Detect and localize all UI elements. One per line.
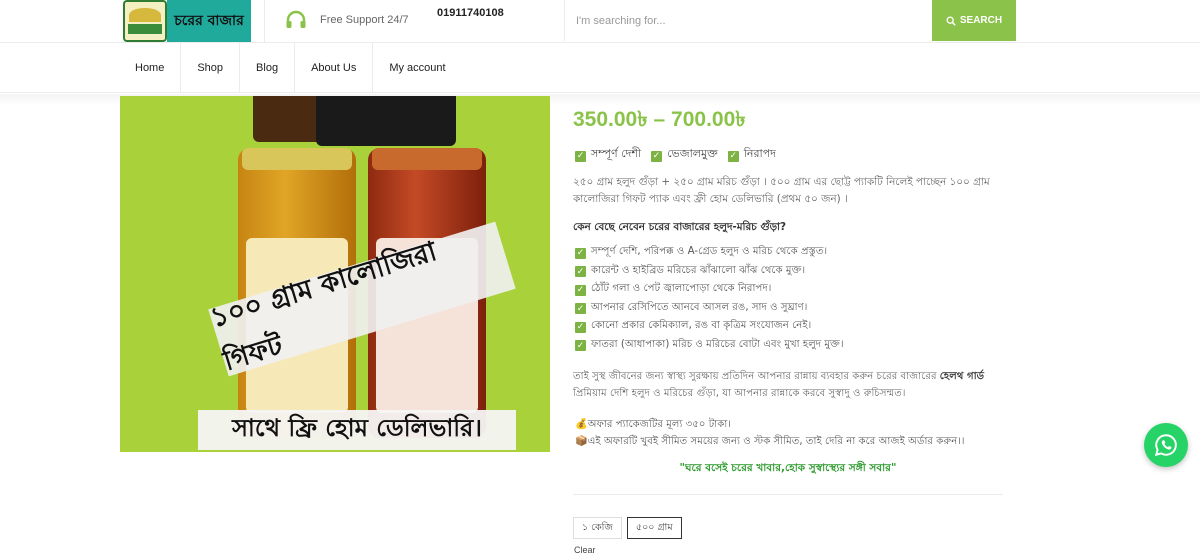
offer-price-line: 💰অফার প্যাকেজটির মূল্য ৩৫০ টাকা। [575, 416, 1025, 433]
offer-price-text: অফার প্যাকেজটির মূল্য ৩৫০ টাকা। [587, 419, 731, 430]
badge-item: ✓ সম্পূর্ণ দেশী [575, 145, 641, 164]
feature-text: সম্পূর্ণ দেশি, পরিপক্ক ও A-গ্রেড হলুদ ও … [591, 246, 828, 257]
feature-item: ✓ ফাতরা (আধাপাকা) মরিচ ও মরিচের বোটা এবং … [575, 336, 844, 355]
free-delivery-banner: সাথে ফ্রি হোম ডেলিভারি। [198, 410, 516, 450]
badge-item: ✓ নিরাপদ [727, 145, 776, 164]
jar-lid [242, 148, 352, 170]
whatsapp-button[interactable] [1144, 423, 1188, 467]
feature-text: কারেন্ট ও হাইব্রিড মরিচের ঝাঁঝালো ঝাঁঝ থ… [591, 264, 806, 276]
bottle-top-black [316, 96, 456, 146]
nav-item-shop[interactable]: Shop [181, 43, 241, 93]
nav-item-home[interactable]: Home [119, 43, 182, 93]
headset-icon [286, 10, 306, 28]
badge-label: সম্পূর্ণ দেশী [591, 147, 642, 160]
logo-text: চরের বাজার [167, 0, 251, 42]
checkbox-icon: ✓ [575, 340, 586, 352]
feature-text: ফাতরা (আধাপাকা) মরিচ ও মরিচের বোটা এবং ম… [591, 338, 844, 350]
whatsapp-icon [1154, 434, 1177, 457]
variant-500g[interactable]: ৫০০ গ্রাম [626, 517, 682, 539]
paragraph-text: প্রিমিয়াম দেশি হলুদ ও মরিচের গুঁড়া, যা… [573, 388, 906, 399]
money-bag-icon: 💰 [575, 419, 588, 430]
site-logo[interactable]: চরের বাজার [123, 0, 251, 42]
feature-item: ✓ সম্পূর্ণ দেশি, পরিপক্ক ও A-গ্রেড হলুদ ও… [575, 243, 844, 262]
clear-selection-link[interactable]: Clear [574, 545, 596, 555]
offer-limited-line: 📦এই অফারটি খুবই সীমিত সময়ের জন্য ও স্টক… [575, 433, 1025, 450]
product-description: ২৫০ গ্রাম হলুদ গুঁড়া + ২৫০ গ্রাম মরিচ গ… [573, 176, 990, 205]
paragraph-text: তাই সুস্থ জীবনের জন্য স্বাস্থ্য সুরক্ষায… [573, 371, 940, 382]
search-input[interactable] [564, 0, 932, 41]
logo-emblem-icon [123, 0, 167, 42]
header-divider [264, 0, 265, 42]
nav-item-blog[interactable]: Blog [240, 43, 296, 93]
product-image[interactable]: ১০০ গ্রাম কালোজিরা গিফট সাথে ফ্রি হোম ডে… [120, 96, 550, 452]
why-heading: কেন বেছে নেবেন চরের বাজারের হলুদ-মরিচ গু… [573, 221, 787, 233]
feature-text: কোনো প্রকার কেমিক্যাল, রঙ বা কৃত্রিম সংয… [591, 320, 812, 331]
nav-item-my-account[interactable]: My account [373, 43, 461, 93]
offer-limited-text: এই অফারটি খুবই সীমিত সময়ের জন্য ও স্টক … [587, 436, 965, 447]
nav-item-about-us[interactable]: About Us [295, 43, 374, 93]
checkbox-icon: ✓ [575, 303, 586, 315]
site-header: চরের বাজার Free Support 24/7 01911740108… [0, 0, 1200, 43]
search-button[interactable]: SEARCH [932, 0, 1016, 41]
checkbox-icon: ✓ [575, 266, 586, 278]
badge-label: নিরাপদ [743, 147, 776, 160]
feature-item: ✓ কারেন্ট ও হাইব্রিড মরিচের ঝাঁঝালো ঝাঁঝ … [575, 262, 844, 281]
box-icon: 📦 [575, 436, 588, 447]
checkbox-icon: ✓ [727, 150, 739, 162]
checkbox-icon: ✓ [575, 284, 586, 296]
brand-name: হেলথ গার্ড [939, 371, 985, 382]
feature-item: ✓ কোনো প্রকার কেমিক্যাল, রঙ বা কৃত্রিম সং… [575, 317, 844, 336]
phone-number[interactable]: 01911740108 [437, 7, 504, 19]
jar-lid [372, 148, 482, 170]
search-button-label: SEARCH [959, 15, 1003, 26]
badge-label: ভেজালমুক্ত [667, 147, 718, 160]
divider [573, 494, 1003, 495]
checkbox-icon: ✓ [575, 247, 586, 259]
offer-block: 💰অফার প্যাকেজটির মূল্য ৩৫০ টাকা। 📦এই অফা… [575, 416, 1025, 450]
feature-text: আপনার রেসিপিতে আনবে আসল রঙ, সাদ ও সুঘ্রা… [591, 301, 808, 313]
variant-1kg[interactable]: ১ কেজি [573, 517, 622, 539]
support-label: Free Support 24/7 [320, 14, 409, 26]
feature-text: ঠোঁট গলা ও পেট জ্বালাপোড়া থেকে নিরাপদ। [591, 283, 772, 294]
product-price: 350.00৳ – 700.00৳ [573, 108, 746, 131]
checkbox-icon: ✓ [575, 150, 586, 162]
feature-item: ✓ আপনার রেসিপিতে আনবে আসল রঙ, সাদ ও সুঘ্র… [575, 299, 844, 318]
feature-item: ✓ ঠোঁট গলা ও পেট জ্বালাপোড়া থেকে নিরাপদ। [575, 280, 844, 299]
checkbox-icon: ✓ [575, 321, 586, 333]
nav-items: Home Shop Blog About Us My account [119, 43, 462, 93]
health-guard-paragraph: তাই সুস্থ জীবনের জন্য স্বাস্থ্য সুরক্ষায… [573, 368, 1013, 402]
badge-item: ✓ ভেজালমুক্ত [651, 145, 718, 164]
search-icon [946, 16, 956, 26]
weight-variants: ১ কেজি ৫০০ গ্রাম [573, 517, 682, 539]
feature-list: ✓ সম্পূর্ণ দেশি, পরিপক্ক ও A-গ্রেড হলুদ ও… [575, 243, 844, 354]
checkbox-icon: ✓ [651, 150, 663, 162]
slogan: "ঘরে বসেই চরের খাবার,হোক সুস্বাস্থ্যের স… [679, 462, 897, 474]
product-badges: ✓ সম্পূর্ণ দেশী ✓ ভেজালমুক্ত ✓ নিরাপদ [575, 145, 776, 164]
main-nav: Home Shop Blog About Us My account [0, 43, 1200, 93]
support-info: Free Support 24/7 [284, 8, 409, 32]
